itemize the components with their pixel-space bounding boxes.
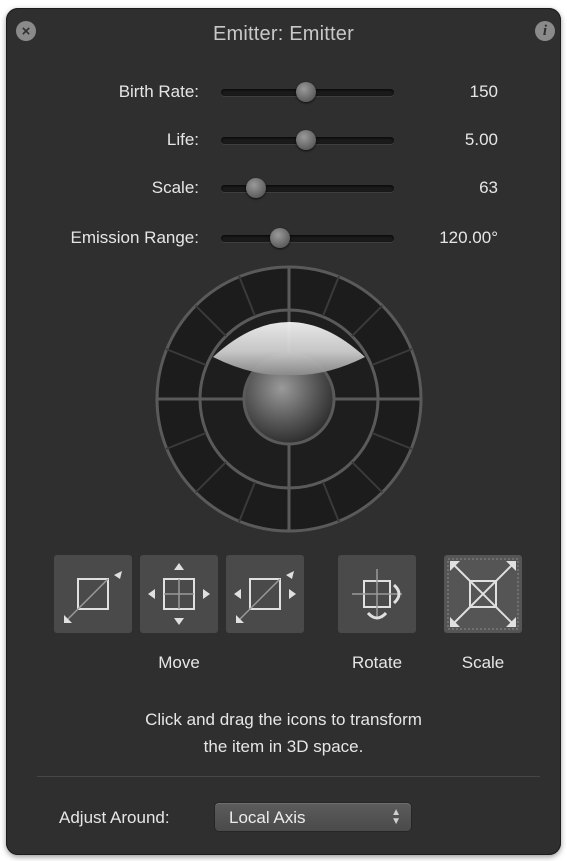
divider [37, 776, 540, 777]
life-label: Life: [166, 130, 199, 149]
emission-range-slider-knob[interactable] [269, 228, 290, 248]
adjust-around-label: Adjust Around: [59, 808, 170, 827]
help-text-line2: the item in 3D space. [203, 737, 364, 756]
birth-rate-label: Birth Rate: [118, 82, 199, 101]
adjust-around-popup[interactable]: Local Axis ▲ ▼ [215, 803, 411, 831]
scale-icon [447, 558, 519, 630]
birth-rate-value[interactable]: 150 [470, 82, 498, 102]
move-z-icon [234, 571, 296, 623]
move-label: Move [158, 653, 200, 672]
life-value[interactable]: 5.00 [465, 130, 498, 150]
rotate-icon [352, 569, 402, 620]
life-slider[interactable] [221, 130, 394, 150]
emission-range-value[interactable]: 120.00° [439, 228, 498, 248]
scale-button[interactable] [444, 555, 522, 633]
move-xy-icon [64, 571, 122, 623]
scale-slider[interactable] [221, 178, 394, 198]
updown-arrows-icon: ▲ ▼ [391, 807, 401, 827]
birth-rate-slider-knob[interactable] [295, 82, 316, 102]
scale-label: Scale: [151, 178, 199, 197]
emission-range-label: Emission Range: [70, 228, 199, 247]
move-z-button[interactable] [226, 555, 304, 633]
move-xyz-button[interactable] [140, 555, 218, 633]
window-title: Emitter: Emitter [213, 23, 354, 45]
scale-slider-knob[interactable] [245, 178, 266, 198]
emission-range-wheel[interactable] [155, 265, 423, 533]
scale-value[interactable]: 63 [479, 178, 498, 198]
scale-label-text: Scale [461, 653, 505, 672]
rotate-button[interactable] [338, 555, 416, 633]
rotate-label: Rotate [351, 653, 403, 672]
emission-range-slider[interactable] [221, 228, 394, 248]
adjust-around-value: Local Axis [229, 808, 306, 827]
move-xyz-icon [148, 563, 210, 625]
help-text-line1: Click and drag the icons to transform [145, 710, 422, 729]
life-slider-knob[interactable] [295, 130, 316, 150]
birth-rate-slider[interactable] [221, 82, 394, 102]
move-xy-button[interactable] [54, 555, 132, 633]
